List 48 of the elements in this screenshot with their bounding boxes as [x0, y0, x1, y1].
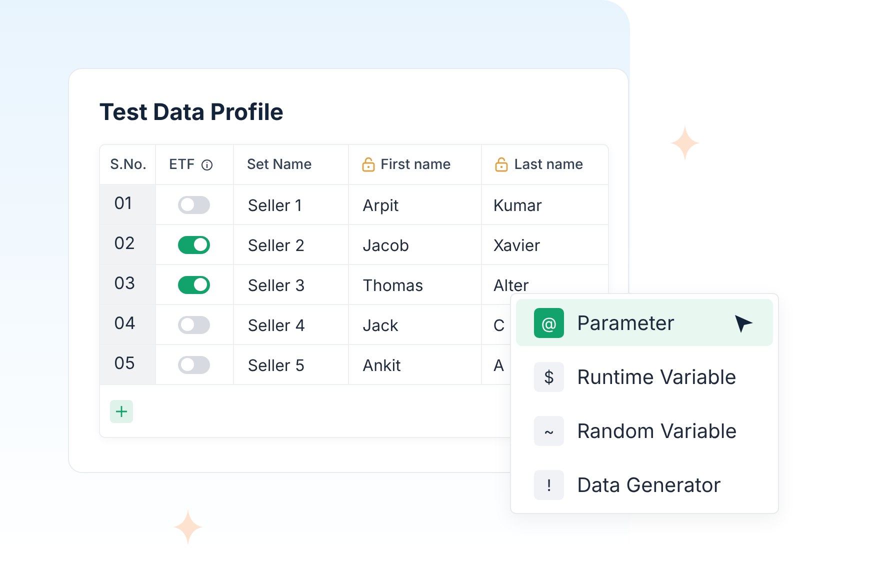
card-title: Test Data Profile — [99, 101, 284, 124]
table-cell-text: Ankit — [362, 354, 401, 376]
column-header: ETF — [169, 155, 195, 175]
etf-toggle[interactable] — [178, 196, 210, 214]
table-cell-text: Jacob — [362, 234, 410, 256]
table-cell-text: Seller 3 — [248, 274, 305, 296]
symbol-badge: ! — [534, 470, 564, 500]
symbol-badge: @ — [534, 308, 564, 338]
etf-toggle[interactable] — [178, 356, 210, 374]
info-icon — [200, 158, 213, 170]
table-cell-text: C — [493, 314, 505, 336]
add-row-button[interactable] — [110, 400, 133, 422]
table-cell-text: Jack — [362, 314, 399, 336]
symbol-badge: $ — [534, 362, 564, 392]
row-number: 04 — [114, 316, 136, 333]
etf-toggle[interactable] — [178, 316, 210, 334]
menu-label: Parameter — [577, 310, 674, 336]
sparkle-icon — [173, 509, 203, 545]
table-cell-text: Thomas — [362, 274, 424, 296]
etf-toggle[interactable] — [178, 276, 210, 294]
column-header: Set Name — [246, 155, 312, 175]
row-number: 02 — [114, 236, 136, 253]
etf-toggle[interactable] — [178, 236, 210, 254]
cursor-icon — [734, 314, 754, 334]
table-cell-text: Arpit — [362, 194, 399, 216]
table-cell-text: Seller 5 — [248, 354, 305, 376]
row-number: 05 — [114, 356, 136, 373]
column-header: S.No. — [110, 155, 147, 175]
menu-label: Random Variable — [577, 418, 737, 444]
column-header: Last name — [514, 155, 584, 175]
lock-icon — [362, 157, 375, 172]
sparkle-icon — [670, 125, 700, 161]
menu-item[interactable]: @ Parameter — [516, 299, 773, 346]
row-number: 01 — [114, 196, 132, 213]
table-cell-text: Seller 4 — [248, 314, 306, 336]
menu-label: Runtime Variable — [577, 364, 736, 390]
menu-label: Data Generator — [577, 472, 721, 498]
column-header: First name — [380, 155, 451, 175]
row-number: 03 — [114, 276, 136, 293]
symbol-badge: ~ — [534, 416, 564, 446]
plus-icon — [115, 404, 128, 418]
table-cell-text: Kumar — [493, 194, 542, 216]
table-cell-text: Alter — [493, 274, 529, 296]
table-cell-text: A — [493, 354, 504, 376]
lock-icon — [495, 157, 508, 172]
table-cell-text: Seller 2 — [248, 234, 305, 256]
table-cell-text: Seller 1 — [248, 194, 302, 216]
table-cell-text: Xavier — [493, 234, 540, 256]
